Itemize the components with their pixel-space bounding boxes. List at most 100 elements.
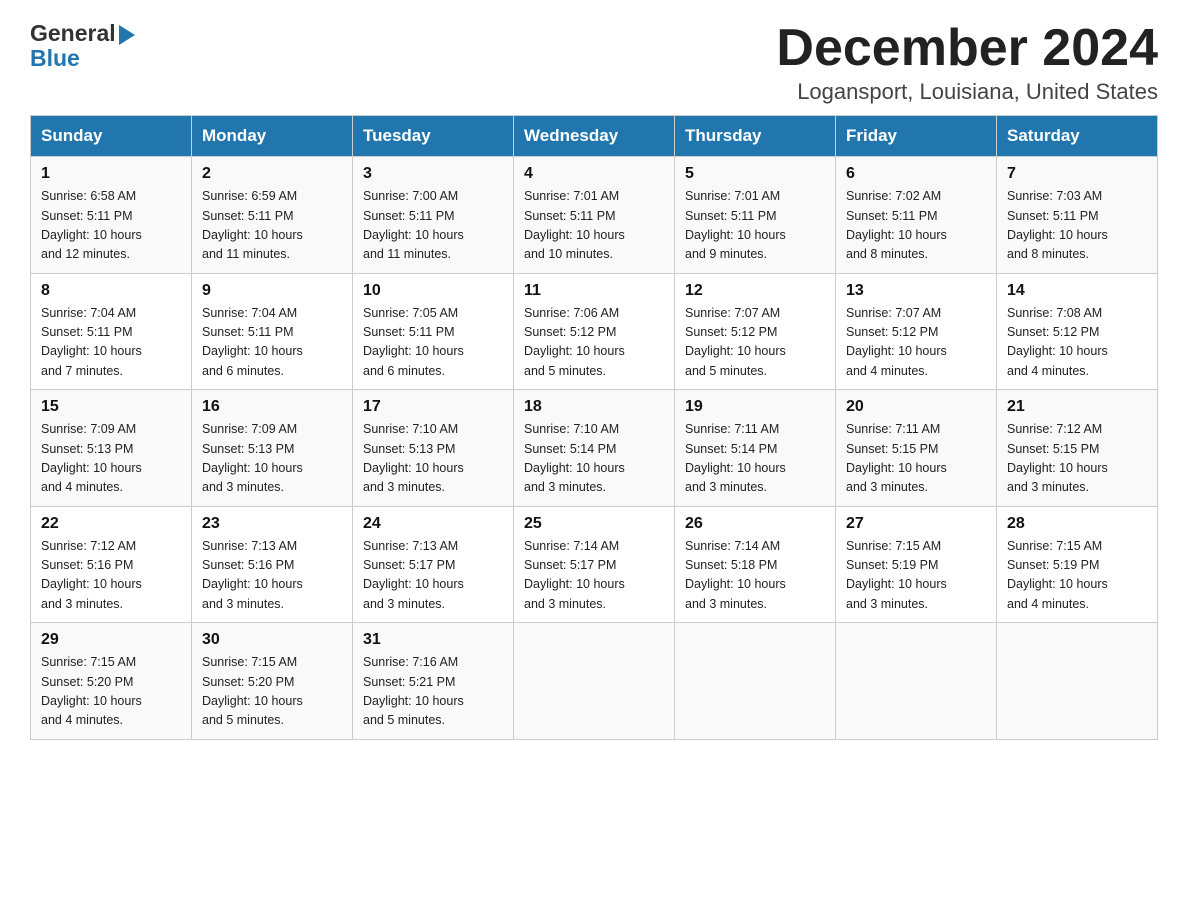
calendar-header-sunday: Sunday	[31, 116, 192, 157]
calendar-cell: 24 Sunrise: 7:13 AMSunset: 5:17 PMDayligh…	[353, 506, 514, 623]
day-info: Sunrise: 7:02 AMSunset: 5:11 PMDaylight:…	[846, 187, 986, 265]
day-info: Sunrise: 7:04 AMSunset: 5:11 PMDaylight:…	[41, 304, 181, 382]
calendar-cell: 5 Sunrise: 7:01 AMSunset: 5:11 PMDaylight…	[675, 157, 836, 274]
calendar-cell: 4Sunrise: 7:01 AMSunset: 5:11 PMDaylight…	[514, 157, 675, 274]
day-number: 27	[846, 515, 986, 533]
day-number: 7	[1007, 165, 1147, 183]
day-info: Sunrise: 7:01 AMSunset: 5:11 PMDaylight:…	[685, 187, 825, 265]
logo-triangle-icon	[119, 25, 135, 45]
calendar-cell	[514, 623, 675, 740]
day-info: Sunrise: 7:00 AMSunset: 5:11 PMDaylight:…	[363, 187, 503, 265]
day-info: Sunrise: 7:15 AMSunset: 5:19 PMDaylight:…	[846, 537, 986, 615]
calendar-week-row: 29Sunrise: 7:15 AMSunset: 5:20 PMDayligh…	[31, 623, 1158, 740]
calendar-cell: 8 Sunrise: 7:04 AMSunset: 5:11 PMDaylight…	[31, 273, 192, 390]
day-number: 28	[1007, 515, 1147, 533]
day-number: 3	[363, 165, 503, 183]
logo-general-text: General	[30, 20, 116, 47]
calendar-cell	[997, 623, 1158, 740]
day-number: 17	[363, 398, 503, 416]
calendar-cell: 1Sunrise: 6:58 AMSunset: 5:11 PMDaylight…	[31, 157, 192, 274]
day-info: Sunrise: 7:07 AMSunset: 5:12 PMDaylight:…	[685, 304, 825, 382]
day-info: Sunrise: 7:16 AMSunset: 5:21 PMDaylight:…	[363, 653, 503, 731]
day-info: Sunrise: 7:14 AMSunset: 5:18 PMDaylight:…	[685, 537, 825, 615]
day-number: 16	[202, 398, 342, 416]
day-info: Sunrise: 7:09 AMSunset: 5:13 PMDaylight:…	[202, 420, 342, 498]
day-info: Sunrise: 7:11 AMSunset: 5:14 PMDaylight:…	[685, 420, 825, 498]
day-info: Sunrise: 7:15 AMSunset: 5:20 PMDaylight:…	[41, 653, 181, 731]
calendar-cell: 18 Sunrise: 7:10 AMSunset: 5:14 PMDayligh…	[514, 390, 675, 507]
day-info: Sunrise: 6:59 AMSunset: 5:11 PMDaylight:…	[202, 187, 342, 265]
day-number: 19	[685, 398, 825, 416]
day-number: 9	[202, 282, 342, 300]
calendar-cell: 26 Sunrise: 7:14 AMSunset: 5:18 PMDayligh…	[675, 506, 836, 623]
logo-blue-text: Blue	[30, 45, 80, 72]
calendar-header-tuesday: Tuesday	[353, 116, 514, 157]
day-info: Sunrise: 7:13 AMSunset: 5:17 PMDaylight:…	[363, 537, 503, 615]
day-info: Sunrise: 7:12 AMSunset: 5:16 PMDaylight:…	[41, 537, 181, 615]
calendar-cell: 15Sunrise: 7:09 AMSunset: 5:13 PMDayligh…	[31, 390, 192, 507]
calendar-cell: 3 Sunrise: 7:00 AMSunset: 5:11 PMDaylight…	[353, 157, 514, 274]
calendar-cell: 10Sunrise: 7:05 AMSunset: 5:11 PMDayligh…	[353, 273, 514, 390]
calendar-header-row: SundayMondayTuesdayWednesdayThursdayFrid…	[31, 116, 1158, 157]
calendar-cell: 29Sunrise: 7:15 AMSunset: 5:20 PMDayligh…	[31, 623, 192, 740]
calendar-cell: 21 Sunrise: 7:12 AMSunset: 5:15 PMDayligh…	[997, 390, 1158, 507]
calendar-cell: 31Sunrise: 7:16 AMSunset: 5:21 PMDayligh…	[353, 623, 514, 740]
day-number: 11	[524, 282, 664, 300]
calendar-cell: 2 Sunrise: 6:59 AMSunset: 5:11 PMDaylight…	[192, 157, 353, 274]
day-info: Sunrise: 7:15 AMSunset: 5:20 PMDaylight:…	[202, 653, 342, 731]
day-info: Sunrise: 7:13 AMSunset: 5:16 PMDaylight:…	[202, 537, 342, 615]
day-number: 13	[846, 282, 986, 300]
calendar-cell: 7 Sunrise: 7:03 AMSunset: 5:11 PMDaylight…	[997, 157, 1158, 274]
logo: General Blue	[30, 20, 135, 72]
day-info: Sunrise: 7:11 AMSunset: 5:15 PMDaylight:…	[846, 420, 986, 498]
day-info: Sunrise: 7:03 AMSunset: 5:11 PMDaylight:…	[1007, 187, 1147, 265]
day-number: 2	[202, 165, 342, 183]
day-info: Sunrise: 7:10 AMSunset: 5:13 PMDaylight:…	[363, 420, 503, 498]
calendar-cell: 11 Sunrise: 7:06 AMSunset: 5:12 PMDayligh…	[514, 273, 675, 390]
calendar-cell: 30 Sunrise: 7:15 AMSunset: 5:20 PMDayligh…	[192, 623, 353, 740]
calendar-cell	[675, 623, 836, 740]
day-number: 26	[685, 515, 825, 533]
day-number: 24	[363, 515, 503, 533]
month-title: December 2024	[776, 20, 1158, 77]
calendar-header-saturday: Saturday	[997, 116, 1158, 157]
calendar-header-friday: Friday	[836, 116, 997, 157]
day-number: 8	[41, 282, 181, 300]
calendar-cell: 27 Sunrise: 7:15 AMSunset: 5:19 PMDayligh…	[836, 506, 997, 623]
day-number: 10	[363, 282, 503, 300]
day-number: 22	[41, 515, 181, 533]
location-title: Logansport, Louisiana, United States	[776, 79, 1158, 105]
day-info: Sunrise: 7:06 AMSunset: 5:12 PMDaylight:…	[524, 304, 664, 382]
day-number: 14	[1007, 282, 1147, 300]
day-number: 1	[41, 165, 181, 183]
day-number: 20	[846, 398, 986, 416]
calendar-header-monday: Monday	[192, 116, 353, 157]
day-number: 4	[524, 165, 664, 183]
calendar-header-thursday: Thursday	[675, 116, 836, 157]
calendar-cell: 19 Sunrise: 7:11 AMSunset: 5:14 PMDayligh…	[675, 390, 836, 507]
calendar-header-wednesday: Wednesday	[514, 116, 675, 157]
day-number: 6	[846, 165, 986, 183]
day-number: 23	[202, 515, 342, 533]
day-number: 18	[524, 398, 664, 416]
day-number: 12	[685, 282, 825, 300]
calendar-cell: 9 Sunrise: 7:04 AMSunset: 5:11 PMDaylight…	[192, 273, 353, 390]
day-info: Sunrise: 7:15 AMSunset: 5:19 PMDaylight:…	[1007, 537, 1147, 615]
calendar-week-row: 8 Sunrise: 7:04 AMSunset: 5:11 PMDaylight…	[31, 273, 1158, 390]
day-info: Sunrise: 7:14 AMSunset: 5:17 PMDaylight:…	[524, 537, 664, 615]
day-number: 25	[524, 515, 664, 533]
calendar-cell	[836, 623, 997, 740]
calendar-cell: 12 Sunrise: 7:07 AMSunset: 5:12 PMDayligh…	[675, 273, 836, 390]
calendar-table: SundayMondayTuesdayWednesdayThursdayFrid…	[30, 115, 1158, 740]
calendar-cell: 20 Sunrise: 7:11 AMSunset: 5:15 PMDayligh…	[836, 390, 997, 507]
day-number: 21	[1007, 398, 1147, 416]
day-info: Sunrise: 7:12 AMSunset: 5:15 PMDaylight:…	[1007, 420, 1147, 498]
day-info: Sunrise: 7:04 AMSunset: 5:11 PMDaylight:…	[202, 304, 342, 382]
day-number: 5	[685, 165, 825, 183]
calendar-week-row: 15Sunrise: 7:09 AMSunset: 5:13 PMDayligh…	[31, 390, 1158, 507]
calendar-cell: 17 Sunrise: 7:10 AMSunset: 5:13 PMDayligh…	[353, 390, 514, 507]
day-info: Sunrise: 7:10 AMSunset: 5:14 PMDaylight:…	[524, 420, 664, 498]
day-number: 30	[202, 631, 342, 649]
calendar-cell: 13Sunrise: 7:07 AMSunset: 5:12 PMDayligh…	[836, 273, 997, 390]
calendar-week-row: 1Sunrise: 6:58 AMSunset: 5:11 PMDaylight…	[31, 157, 1158, 274]
